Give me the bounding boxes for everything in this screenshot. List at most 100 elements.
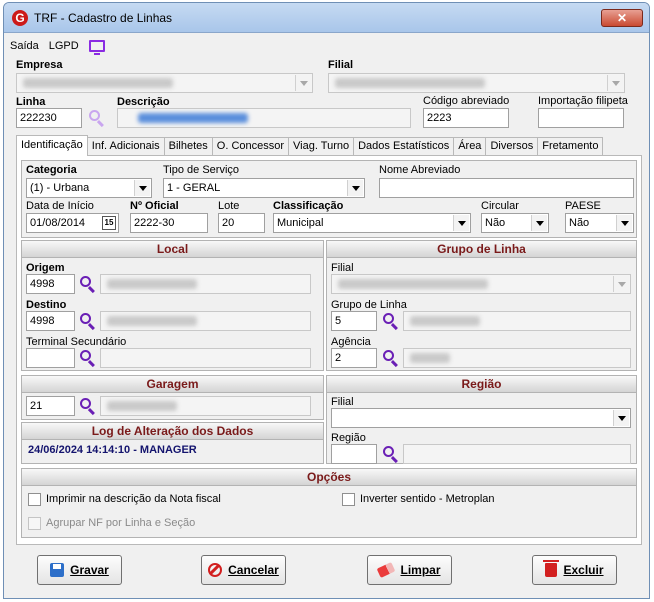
- search-icon[interactable]: [79, 275, 97, 294]
- grupo-linha-descricao: [403, 311, 631, 331]
- local-group: Local Origem 4998 Destino 4998 Terminal …: [21, 240, 324, 371]
- filial-select[interactable]: [328, 73, 625, 93]
- tab-bilhetes[interactable]: Bilhetes: [163, 137, 213, 155]
- search-icon[interactable]: [88, 109, 106, 128]
- limpar-label: Limpar: [400, 563, 441, 577]
- chevron-down-icon: [453, 215, 469, 231]
- cancel-icon: [208, 563, 223, 577]
- destino-label: Destino: [26, 299, 67, 311]
- regiao-filial-select[interactable]: [331, 408, 631, 428]
- garagem-group: Garagem 21: [21, 375, 324, 420]
- tab-inf-adicionais[interactable]: Inf. Adicionais: [86, 137, 165, 155]
- data-inicio-input[interactable]: 01/08/2014 15: [26, 213, 119, 233]
- agencia-input[interactable]: 2: [331, 348, 377, 368]
- categoria-select[interactable]: (1) - Urbana: [26, 178, 152, 198]
- numero-oficial-label: Nº Oficial: [130, 200, 179, 212]
- identificacao-group: Categoria (1) - Urbana Tipo de Serviço 1…: [21, 160, 637, 238]
- origem-descricao: [100, 274, 311, 294]
- chevron-down-icon: [607, 75, 623, 91]
- limpar-button[interactable]: Limpar: [367, 555, 452, 585]
- classificacao-select[interactable]: Municipal: [273, 213, 471, 233]
- tab-viag-turno[interactable]: Viag. Turno: [288, 137, 355, 155]
- codigo-abreviado-input[interactable]: 2223: [423, 108, 509, 128]
- tab-o-concessor[interactable]: O. Concessor: [211, 137, 290, 155]
- search-icon[interactable]: [382, 349, 400, 368]
- agrupar-label: Agrupar NF por Linha e Seção: [46, 517, 196, 529]
- chevron-down-icon: [347, 180, 363, 196]
- linha-input[interactable]: 222230: [16, 108, 82, 128]
- search-icon[interactable]: [79, 397, 97, 416]
- terminal-secundario-input[interactable]: [26, 348, 75, 368]
- garagem-redacted: [107, 401, 177, 411]
- tab-area[interactable]: Área: [453, 137, 487, 155]
- menu-saida[interactable]: Saída: [10, 40, 39, 52]
- agencia-descricao: [403, 348, 631, 368]
- origem-input[interactable]: 4998: [26, 274, 75, 294]
- chevron-down-icon: [616, 215, 632, 231]
- inverter-checkbox[interactable]: [342, 493, 355, 506]
- tab-diversos[interactable]: Diversos: [485, 137, 539, 155]
- tab-dados-estatisticos[interactable]: Dados Estatísticos: [353, 137, 455, 155]
- destino-input[interactable]: 4998: [26, 311, 75, 331]
- regiao-filial-label: Filial: [331, 396, 354, 408]
- grupo-linha-redacted: [410, 316, 480, 326]
- excluir-button[interactable]: Excluir: [532, 555, 617, 585]
- local-title: Local: [22, 241, 323, 258]
- agencia-label: Agência: [331, 336, 371, 348]
- regiao-label: Região: [331, 432, 366, 444]
- origem-redacted: [107, 279, 197, 289]
- numero-oficial-input[interactable]: 2222-30: [130, 213, 208, 233]
- filial-redacted: [335, 78, 485, 88]
- regiao-descricao: [403, 444, 631, 464]
- search-icon[interactable]: [79, 349, 97, 368]
- nome-abreviado-label: Nome Abreviado: [379, 164, 461, 176]
- window-title: TRF - Cadastro de Linhas: [34, 11, 173, 25]
- regiao-input[interactable]: [331, 444, 377, 464]
- importacao-filipeta-input[interactable]: [538, 108, 624, 128]
- menu-lgpd[interactable]: LGPD: [49, 40, 79, 52]
- descricao-input[interactable]: [117, 108, 411, 128]
- close-button[interactable]: ✕: [601, 9, 643, 27]
- main-window: G TRF - Cadastro de Linhas ✕ Saída LGPD …: [3, 2, 650, 599]
- paese-select[interactable]: Não: [565, 213, 634, 233]
- imprimir-checkbox[interactable]: [28, 493, 41, 506]
- tipo-servico-select[interactable]: 1 - GERAL: [163, 178, 365, 198]
- log-text: 24/06/2024 14:14:10 - MANAGER: [28, 444, 197, 456]
- grupo-filial-select[interactable]: [331, 274, 631, 294]
- imprimir-label: Imprimir na descrição da Nota fiscal: [46, 493, 221, 505]
- search-icon[interactable]: [382, 312, 400, 331]
- empresa-label: Empresa: [16, 59, 63, 71]
- empresa-select[interactable]: [16, 73, 313, 93]
- monitor-icon[interactable]: [88, 40, 105, 55]
- log-group: Log de Alteração dos Dados 24/06/2024 14…: [21, 422, 324, 464]
- tab-fretamento[interactable]: Fretamento: [537, 137, 604, 155]
- search-icon[interactable]: [79, 312, 97, 331]
- codigo-abreviado-label: Código abreviado: [423, 95, 510, 107]
- circular-select[interactable]: Não: [481, 213, 549, 233]
- eraser-icon: [377, 562, 396, 578]
- gravar-button[interactable]: Gravar: [37, 555, 122, 585]
- cancelar-button[interactable]: Cancelar: [201, 555, 286, 585]
- paese-value: Não: [569, 217, 590, 229]
- nome-abreviado-input[interactable]: [379, 178, 634, 198]
- title-bar: G TRF - Cadastro de Linhas ✕: [4, 3, 649, 33]
- garagem-input[interactable]: 21: [26, 396, 75, 416]
- descricao-redacted: [138, 113, 248, 123]
- lote-input[interactable]: 20: [218, 213, 265, 233]
- log-title: Log de Alteração dos Dados: [22, 423, 323, 440]
- destino-redacted: [107, 316, 197, 326]
- grupo-linha-group: Grupo de Linha Filial Grupo de Linha 5 A…: [326, 240, 637, 371]
- opcoes-title: Opções: [22, 469, 636, 486]
- regiao-group: Região Filial Região: [326, 375, 637, 464]
- tab-strip: Identificação Inf. Adicionais Bilhetes O…: [16, 135, 604, 156]
- search-icon[interactable]: [382, 445, 400, 464]
- garagem-title: Garagem: [22, 376, 323, 393]
- circular-label: Circular: [481, 200, 519, 212]
- tab-identificacao[interactable]: Identificação: [16, 135, 88, 156]
- terminal-secundario-descricao: [100, 348, 311, 368]
- agencia-redacted: [410, 353, 450, 363]
- descricao-label: Descrição: [117, 96, 170, 108]
- calendar-icon[interactable]: 15: [102, 216, 116, 230]
- importacao-filipeta-label: Importação filipeta: [538, 95, 628, 107]
- grupo-linha-input[interactable]: 5: [331, 311, 377, 331]
